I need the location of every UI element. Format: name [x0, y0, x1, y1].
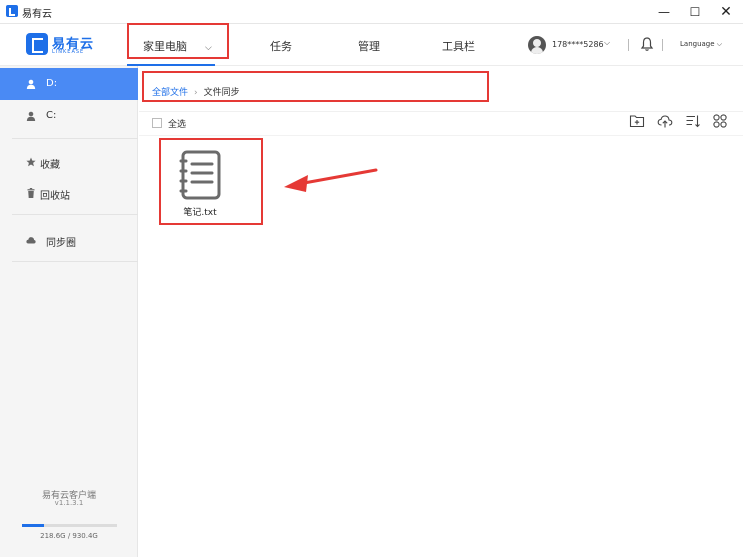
- minimize-button[interactable]: —: [650, 2, 678, 22]
- user-icon: [26, 111, 36, 121]
- star-icon: [26, 157, 36, 167]
- user-phone[interactable]: 178****5286: [552, 40, 604, 49]
- brand-logo: 易有云 LINKEASE: [26, 33, 98, 59]
- sidebar-item-label: 收藏: [40, 160, 60, 171]
- close-button[interactable]: ✕: [712, 2, 740, 22]
- app-logo-icon: [6, 5, 18, 17]
- sort-icon[interactable]: [685, 113, 701, 129]
- sidebar-item-label: C:: [46, 110, 57, 121]
- sidebar-item-label: D:: [46, 78, 58, 89]
- trash-icon: [27, 188, 35, 198]
- user-chevron-down-icon[interactable]: ⌵: [604, 38, 610, 48]
- avatar[interactable]: [528, 36, 546, 54]
- select-all-label: 全选: [168, 120, 187, 130]
- sidebar-divider: [12, 261, 138, 262]
- sidebar-item-label: 回收站: [40, 191, 70, 202]
- client-version: v1.1.3.1: [54, 499, 84, 507]
- nav-task[interactable]: 任务: [270, 38, 292, 54]
- storage-usage: 218.6G / 930.4G: [40, 532, 98, 540]
- nav-manage[interactable]: 管理: [358, 38, 380, 54]
- title-bar: 易有云 — ☐ ✕: [0, 0, 743, 24]
- grid-view-icon[interactable]: [712, 113, 728, 129]
- annotation-highlight-breadcrumb: [142, 71, 489, 102]
- sidebar-item-label: 同步圈: [46, 238, 76, 249]
- sidebar-divider: [12, 214, 138, 215]
- brand-mark-icon: [26, 33, 48, 55]
- upload-cloud-icon[interactable]: [657, 113, 673, 129]
- language-select[interactable]: Language ⌵: [680, 40, 722, 49]
- cloud-icon: [26, 237, 36, 244]
- sidebar-item-trash[interactable]: 回收站: [0, 177, 138, 209]
- sidebar-divider: [12, 138, 138, 139]
- nav-active-indicator: [127, 64, 215, 66]
- maximize-button[interactable]: ☐: [681, 2, 709, 22]
- new-folder-icon[interactable]: [629, 113, 645, 129]
- sidebar: D: C: 收藏 回收站 同步圈 易有云客户端 v1.1.3.1 218.6G …: [0, 66, 138, 557]
- annotation-highlight-file: [159, 138, 263, 225]
- nav-tools[interactable]: 工具栏: [442, 38, 475, 54]
- window-title: 易有云: [22, 9, 52, 20]
- select-all-checkbox[interactable]: [152, 118, 162, 128]
- language-label: Language: [680, 40, 715, 48]
- sidebar-item-sync[interactable]: 同步圈: [0, 224, 138, 256]
- sidebar-item-favorites[interactable]: 收藏: [0, 146, 138, 178]
- annotation-arrow-icon: [284, 168, 378, 192]
- header-divider: [662, 39, 663, 51]
- top-header: 易有云 LINKEASE 家里电脑 ⌵ 任务 管理 工具栏 178****5286…: [0, 24, 743, 66]
- user-icon: [26, 79, 36, 89]
- header-divider: [628, 39, 629, 51]
- storage-progress-fill: [22, 524, 45, 527]
- list-divider: [139, 135, 743, 136]
- sidebar-item-drive-c[interactable]: C:: [0, 100, 138, 132]
- sidebar-item-drive-d[interactable]: D:: [0, 68, 138, 100]
- storage-progress-bar: [22, 524, 117, 527]
- toolbar-divider: [139, 111, 743, 112]
- brand-subtitle: LINKEASE: [52, 49, 85, 55]
- annotation-highlight-home: [127, 23, 229, 59]
- bell-icon[interactable]: [640, 36, 654, 52]
